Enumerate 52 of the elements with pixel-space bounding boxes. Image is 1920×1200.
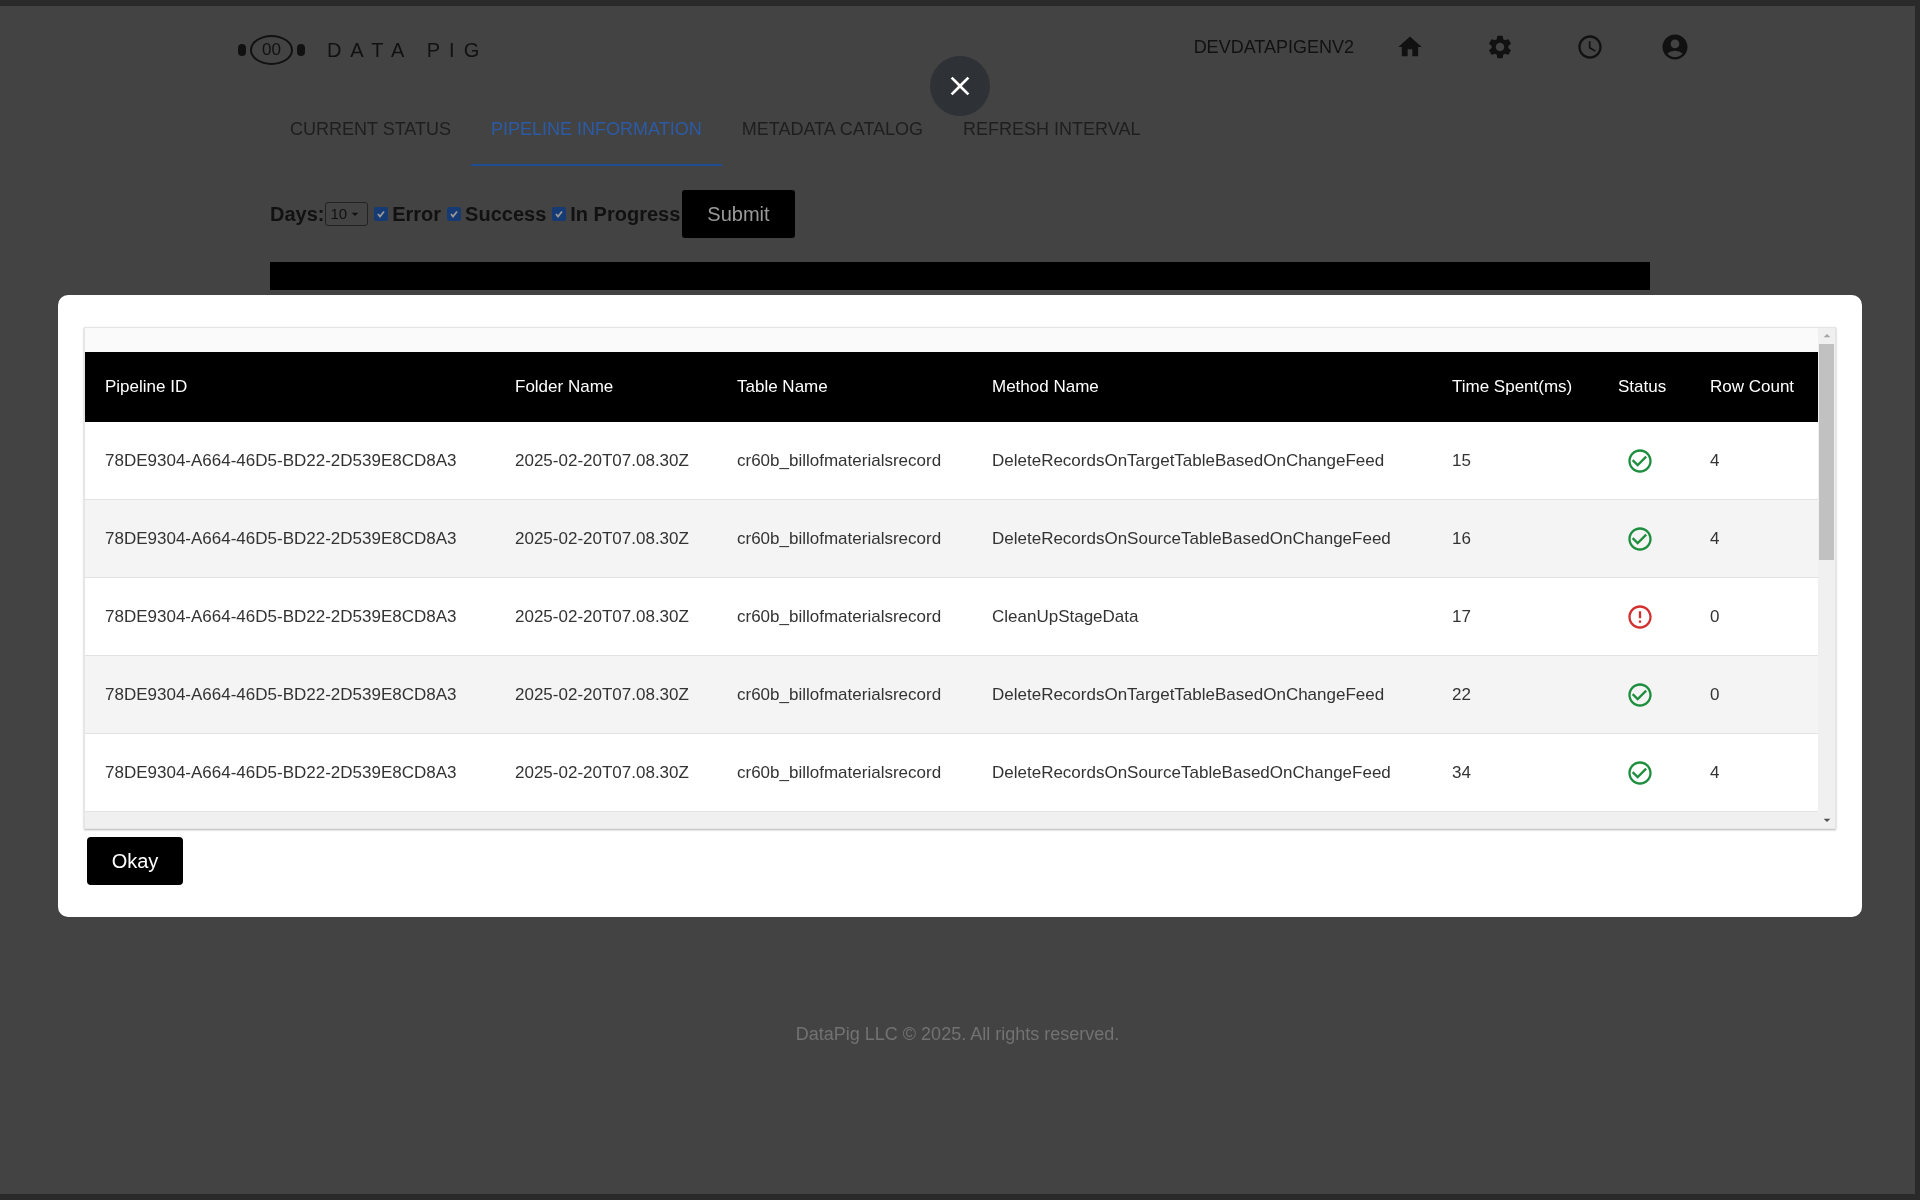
table-cell-text: 0 [1710, 683, 1721, 706]
column-header: Method Name [992, 376, 1100, 399]
table-cell-text: cr60b_billofmaterialsrecord [737, 605, 943, 628]
table-cell-text: 34 [1452, 761, 1472, 784]
table-cell-text: DeleteRecordsOnTargetTableBasedOnChangeFeed [992, 683, 1386, 706]
table-cell-text: DeleteRecordsOnSourceTableBasedOnChangeFeed [992, 761, 1392, 784]
scrollbar-thumb[interactable] [1819, 344, 1834, 560]
okay-button[interactable]: Okay [87, 837, 183, 885]
table-cell-text: 4 [1710, 527, 1721, 550]
table-cell-text: 16 [1452, 527, 1472, 550]
table-cell-text: 15 [1452, 449, 1472, 472]
table-cell-text: 78DE9304-A664-46D5-BD22-2D539E8CD8A3 [105, 449, 458, 472]
table-cell-text: 78DE9304-A664-46D5-BD22-2D539E8CD8A3 [105, 527, 458, 550]
column-header: Folder Name [515, 376, 615, 399]
checkbox[interactable] [374, 207, 389, 221]
table-cell-text: 22 [1452, 683, 1472, 706]
table-cell-text: cr60b_billofmaterialsrecord [737, 527, 943, 550]
checkbox[interactable] [447, 207, 462, 221]
check-icon [449, 209, 460, 219]
table-cell-text: 0 [1710, 605, 1721, 628]
column-header: Table Name [737, 376, 829, 399]
horizontal-scrollbar[interactable] [85, 812, 1818, 828]
table-cell-text: 4 [1710, 449, 1721, 472]
clock-icon[interactable] [1576, 33, 1604, 61]
table-cell-text: 2025-02-20T07.08.30Z [515, 683, 690, 706]
table-cell-text: cr60b_billofmaterialsrecord [737, 761, 943, 784]
table-cell-text: 78DE9304-A664-46D5-BD22-2D539E8CD8A3 [105, 761, 458, 784]
table-cell-text: cr60b_billofmaterialsrecord [737, 683, 943, 706]
table-cell-text: DeleteRecordsOnTargetTableBasedOnChangeFeed [992, 449, 1386, 472]
table-cell-text: 78DE9304-A664-46D5-BD22-2D539E8CD8A3 [105, 683, 458, 706]
check-icon [554, 209, 565, 219]
table-cell-text: 2025-02-20T07.08.30Z [515, 605, 690, 628]
table-cell-text: 2025-02-20T07.08.30Z [515, 449, 690, 472]
user-icon[interactable] [1660, 32, 1690, 62]
column-header: Pipeline ID [105, 376, 189, 399]
table-cell-text: 78DE9304-A664-46D5-BD22-2D539E8CD8A3 [105, 605, 458, 628]
checkbox[interactable] [552, 207, 567, 221]
table-cell-text: 2025-02-20T07.08.30Z [515, 527, 690, 550]
column-header: Row Count [1710, 376, 1796, 399]
table-cell-text: cr60b_billofmaterialsrecord [737, 449, 943, 472]
table-cell-text: 2025-02-20T07.08.30Z [515, 761, 690, 784]
tab[interactable]: PIPELINE INFORMATION [471, 94, 722, 166]
table-cell-text: CleanUpStageData [992, 605, 1140, 628]
submit-button[interactable]: Submit [682, 190, 795, 238]
check-icon [376, 209, 387, 219]
column-header: Status [1618, 376, 1668, 399]
column-header: Time Spent(ms) [1452, 376, 1574, 399]
table-cell-text: 4 [1710, 761, 1721, 784]
settings-icon[interactable] [1486, 33, 1514, 61]
scrollbar[interactable] [1818, 328, 1835, 828]
table-cell-text: 17 [1452, 605, 1472, 628]
table-cell-text: DeleteRecordsOnSourceTableBasedOnChangeFeed [992, 527, 1392, 550]
